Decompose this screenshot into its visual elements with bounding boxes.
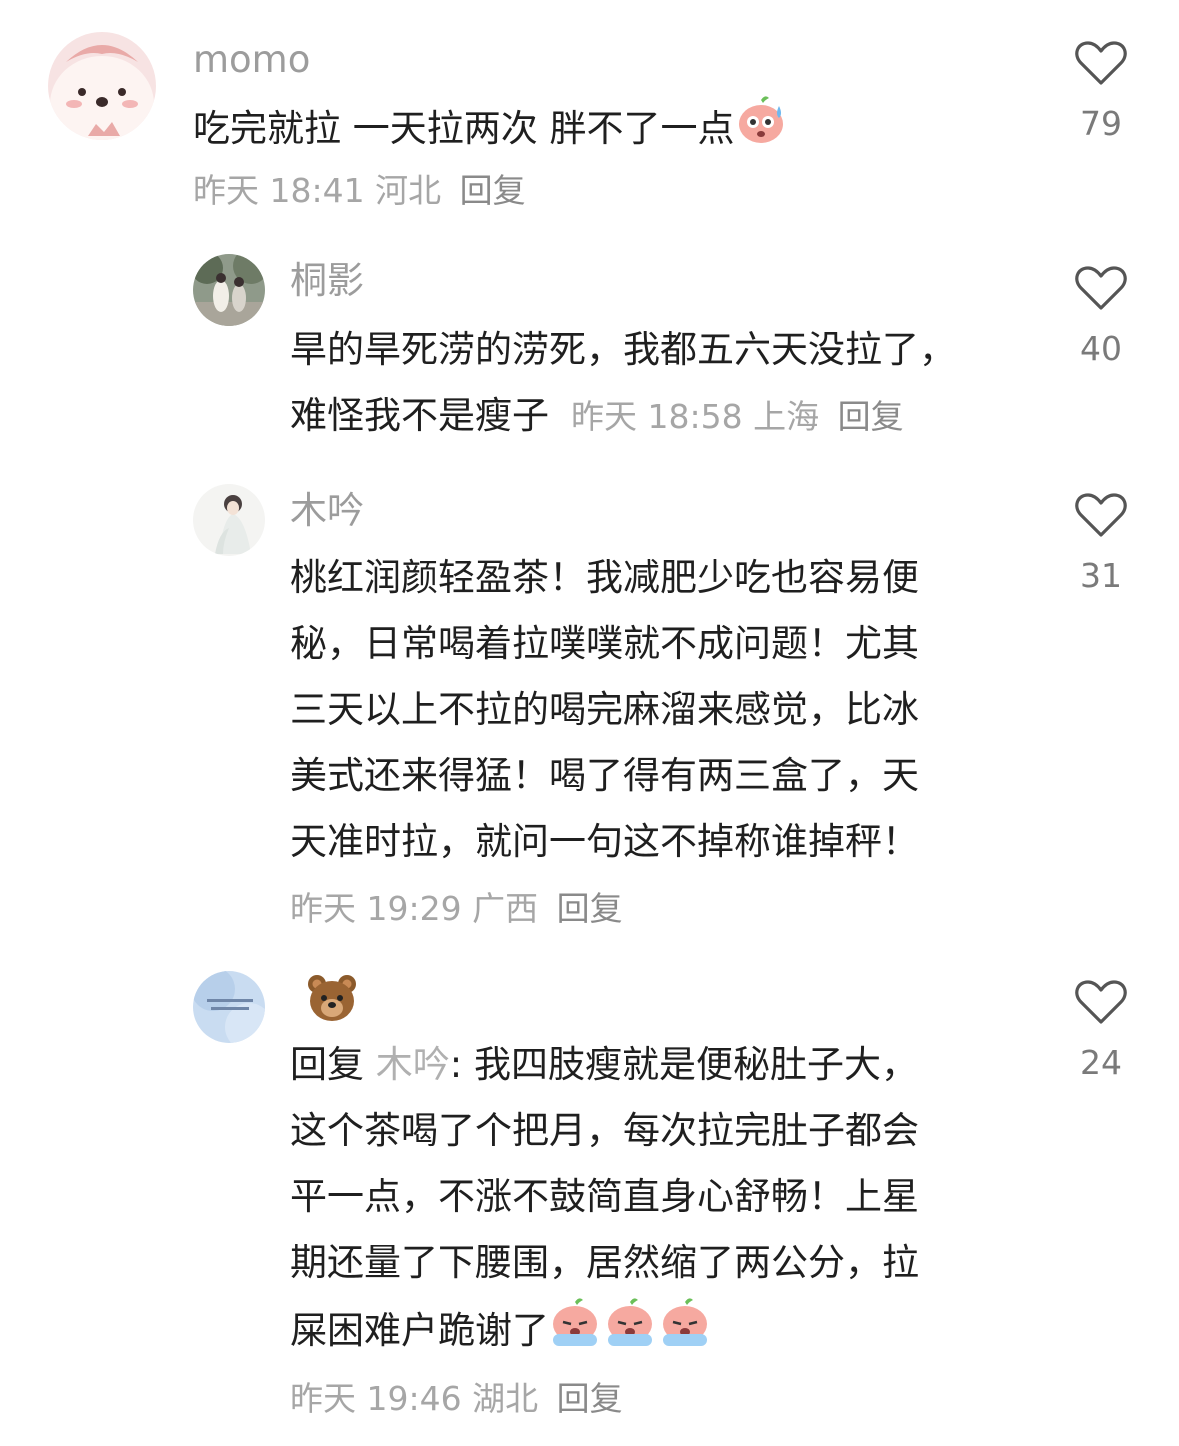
comment-text-line-with-meta: 难怪我不是瘦子 昨天 18:58 上海 回复 — [290, 383, 956, 450]
comment-text-line: 秘，日常喝着拉噗噗就不成问题！尤其 — [290, 622, 919, 665]
reply-to-username[interactable]: 木吟 — [376, 1043, 450, 1086]
reply-button[interactable]: 回复 — [460, 171, 526, 210]
comment-list: momo 吃完就拉 一天拉两次 胖不了一点 昨天 18:41 河北 回复 79 … — [0, 0, 1179, 1446]
comment-text-line: : 我四肢瘦就是便秘肚子大， — [449, 1043, 918, 1086]
comment-time: 昨天 19:29 — [290, 889, 462, 928]
heart-icon — [1061, 265, 1141, 311]
reply-button[interactable]: 回复 — [838, 397, 904, 436]
comment-location: 上海 — [753, 397, 820, 436]
comment-time: 昨天 18:58 — [571, 397, 743, 436]
comment-meta: 昨天 19:46 湖北 回复 — [290, 1376, 623, 1422]
reply-prefix: 回复 — [290, 1043, 364, 1086]
bear-emoji — [306, 975, 358, 1033]
username[interactable]: 木吟 — [290, 488, 364, 534]
avatar[interactable] — [193, 254, 265, 326]
heart-icon — [1061, 492, 1141, 538]
comment-meta: 昨天 18:41 河北 回复 — [193, 168, 526, 214]
like-button[interactable]: 79 — [1061, 40, 1141, 142]
crying-peach-emoji — [549, 1296, 711, 1369]
comment-text-line: 美式还来得猛！喝了得有两三盒了，天 — [290, 754, 919, 797]
comment-text-line: 这个茶喝了个把月，每次拉完肚子都会 — [290, 1109, 919, 1152]
comment-text: 桃红润颜轻盈茶！我减肥少吃也容易便 秘，日常喝着拉噗噗就不成问题！尤其 三天以上… — [290, 545, 919, 875]
like-button[interactable]: 31 — [1061, 492, 1141, 594]
comment-text-line: 期还量了下腰围，居然缩了两公分，拉 — [290, 1241, 919, 1284]
comment-text-line-with-emoji: 屎困难户跪谢了 — [290, 1296, 919, 1369]
avatar[interactable] — [193, 484, 265, 556]
comment-text-line: 天准时拉，就问一句这不掉称谁掉秤！ — [290, 820, 919, 863]
username[interactable]: momo — [193, 37, 310, 83]
like-count: 24 — [1080, 1043, 1122, 1082]
reply-button[interactable]: 回复 — [557, 889, 623, 928]
comment-meta: 昨天 19:29 广西 回复 — [290, 886, 623, 932]
comment-text-line: 三天以上不拉的喝完麻溜来感觉，比冰 — [290, 688, 919, 731]
like-count: 31 — [1080, 556, 1122, 595]
like-count: 40 — [1080, 329, 1122, 368]
comment-meta: 昨天 18:58 上海 回复 — [571, 397, 904, 436]
comment-text-line: 难怪我不是瘦子 — [290, 394, 549, 437]
comment-text-line: 桃红润颜轻盈茶！我减肥少吃也容易便 — [290, 556, 919, 599]
comment-text: 回复 木吟: 我四肢瘦就是便秘肚子大， 这个茶喝了个把月，每次拉完肚子都会 平一… — [290, 1032, 919, 1369]
username-emoji[interactable] — [306, 972, 358, 1035]
sweat-peach-emoji — [735, 94, 787, 167]
comment-location: 广西 — [472, 889, 539, 928]
comment-text: 旱的旱死涝的涝死，我都五六天没拉了， 难怪我不是瘦子 昨天 18:58 上海 回复 — [290, 317, 956, 450]
comment-text-line: 平一点，不涨不鼓简直身心舒畅！上星 — [290, 1175, 919, 1218]
reply-button[interactable]: 回复 — [557, 1379, 623, 1418]
heart-icon — [1061, 40, 1141, 86]
like-count: 79 — [1080, 104, 1122, 143]
like-button[interactable]: 40 — [1061, 265, 1141, 367]
username[interactable]: 桐影 — [290, 258, 364, 304]
comment-time: 昨天 18:41 — [193, 171, 365, 210]
like-button[interactable]: 24 — [1061, 979, 1141, 1081]
comment-text-line: 旱的旱死涝的涝死，我都五六天没拉了， — [290, 328, 956, 371]
heart-icon — [1061, 979, 1141, 1025]
comment-text-line-with-reply: 回复 木吟: 我四肢瘦就是便秘肚子大， — [290, 1032, 919, 1098]
avatar[interactable] — [193, 971, 265, 1043]
comment-text-line: 吃完就拉 一天拉两次 胖不了一点 — [193, 107, 735, 150]
avatar[interactable] — [48, 32, 156, 140]
comment-text: 吃完就拉 一天拉两次 胖不了一点 — [193, 94, 787, 167]
comment-location: 河北 — [375, 171, 442, 210]
comment-location: 湖北 — [472, 1379, 539, 1418]
comment-text-line: 屎困难户跪谢了 — [290, 1309, 549, 1352]
comment-time: 昨天 19:46 — [290, 1379, 462, 1418]
